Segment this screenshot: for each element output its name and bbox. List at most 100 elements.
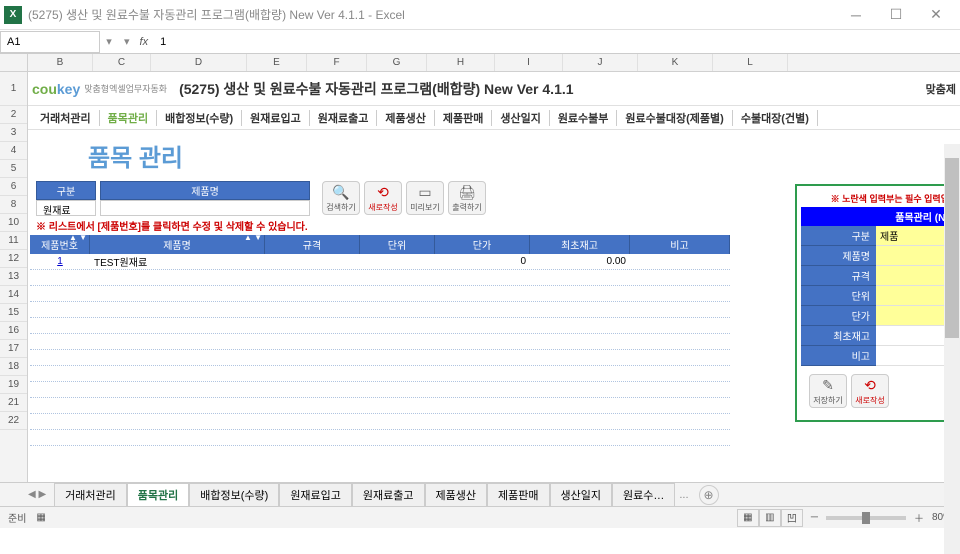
row-header[interactable]: 13 (0, 268, 27, 286)
side-field-input[interactable] (876, 346, 954, 366)
filter-value-name[interactable] (100, 200, 310, 216)
close-button[interactable]: ✕ (916, 1, 956, 29)
row-header[interactable]: 1 (0, 72, 27, 106)
sort-icon[interactable]: ▲ ▼ (69, 235, 87, 241)
table-header[interactable]: 제품번호▲ ▼ (30, 235, 90, 254)
save-button[interactable]: ✎저장하기 (809, 374, 847, 408)
side-field-input[interactable]: 제품 (876, 226, 954, 246)
table-row[interactable]: 1TEST원재료00.00 (30, 254, 730, 270)
row-header[interactable]: 5 (0, 160, 27, 178)
table-header[interactable]: 최초재고 (530, 235, 630, 254)
formula-input[interactable]: 1 (152, 36, 960, 48)
column-header[interactable]: B (28, 54, 93, 71)
side-field-input[interactable] (876, 266, 954, 286)
row-header[interactable]: 14 (0, 286, 27, 304)
nav-item[interactable]: 배합정보(수량) (157, 110, 242, 126)
sheet-tab[interactable]: 원재료입고 (279, 483, 352, 506)
nav-item[interactable]: 원료수불부 (550, 110, 618, 126)
sheet-tab[interactable]: 제품생산 (425, 483, 487, 506)
row-header[interactable]: 19 (0, 376, 27, 394)
side-field-input[interactable] (876, 326, 954, 346)
nav-item[interactable]: 품목관리 (100, 110, 157, 126)
nav-item[interactable]: 생산일지 (492, 110, 549, 126)
sort-icon[interactable]: ▲ ▼ (244, 235, 262, 241)
column-header[interactable]: H (427, 54, 495, 71)
column-header[interactable]: J (563, 54, 638, 71)
tab-nav-arrows[interactable]: ◀ ▶ (20, 489, 54, 500)
column-header[interactable]: D (151, 54, 247, 71)
row-header[interactable]: 2 (0, 106, 27, 124)
side-field-input[interactable] (876, 306, 954, 326)
row-header[interactable]: 8 (0, 196, 27, 214)
row-header[interactable]: 18 (0, 358, 27, 376)
nav-item[interactable]: 원재료입고 (242, 110, 310, 126)
add-sheet-button[interactable]: ⊕ (699, 485, 719, 505)
sheet-tab[interactable]: 제품판매 (487, 483, 549, 506)
row-header[interactable]: 4 (0, 142, 27, 160)
maximize-button[interactable]: ☐ (876, 1, 916, 29)
nav-item[interactable]: 원재료출고 (310, 110, 378, 126)
column-header[interactable]: I (495, 54, 563, 71)
preview-button[interactable]: ▭미리보기 (406, 181, 444, 215)
fx-label[interactable]: fx (136, 36, 153, 48)
normal-view-button[interactable]: ▦ (737, 509, 759, 527)
new-button[interactable]: ⟲새로작성 (364, 181, 402, 215)
table-header[interactable]: 비고 (630, 235, 730, 254)
table-header[interactable]: 규격 (265, 235, 360, 254)
brand-logo: coukey (32, 81, 80, 97)
column-header[interactable]: C (93, 54, 151, 71)
page-layout-button[interactable]: ▥ (759, 509, 781, 527)
column-header[interactable]: F (307, 54, 367, 71)
page-break-button[interactable]: 凹 (781, 509, 803, 527)
cancel-formula-icon[interactable]: ▾ (124, 35, 130, 48)
row-header[interactable]: 10 (0, 214, 27, 232)
column-header[interactable]: K (638, 54, 713, 71)
select-all-corner[interactable] (0, 54, 28, 71)
zoom-out-button[interactable]: ─ (811, 512, 818, 523)
sheet-tab[interactable]: 원재료출고 (352, 483, 425, 506)
row-header[interactable]: 17 (0, 340, 27, 358)
scroll-thumb[interactable] (945, 158, 959, 338)
side-title: 품목관리 (NE (801, 207, 954, 226)
nav-item[interactable]: 원료수불대장(제품별) (617, 110, 732, 126)
sheet-tab[interactable]: 거래처관리 (54, 483, 127, 506)
column-header[interactable]: E (247, 54, 307, 71)
search-button[interactable]: 🔍검색하기 (322, 181, 360, 215)
sheet-tab[interactable]: 품목관리 (127, 483, 189, 506)
row-header[interactable]: 12 (0, 250, 27, 268)
zoom-in-button[interactable]: ＋ (914, 510, 924, 525)
column-header[interactable]: L (713, 54, 788, 71)
zoom-slider[interactable] (826, 516, 906, 520)
table-header[interactable]: 제품명▲ ▼ (90, 235, 265, 254)
column-header[interactable]: G (367, 54, 427, 71)
nav-item[interactable]: 제품판매 (435, 110, 492, 126)
side-new-button[interactable]: ⟲새로작성 (851, 374, 889, 408)
print-button[interactable]: 🖨출력하기 (448, 181, 486, 215)
row-header[interactable]: 21 (0, 394, 27, 412)
sheet-tab[interactable]: 생산일지 (550, 483, 612, 506)
titlebar: X (5275) 생산 및 원료수불 자동관리 프로그램(배합량) New Ve… (0, 0, 960, 30)
nav-item[interactable]: 제품생산 (377, 110, 434, 126)
sheet-tab[interactable]: 배합정보(수량) (189, 483, 279, 506)
tabs-more[interactable]: ... (675, 489, 692, 501)
row-header[interactable]: 3 (0, 124, 27, 142)
namebox-dropdown-icon[interactable]: ▾ (100, 35, 118, 48)
side-field-input[interactable] (876, 286, 954, 306)
row-header[interactable]: 15 (0, 304, 27, 322)
row-header[interactable]: 16 (0, 322, 27, 340)
filter-value-type[interactable]: 원재료 (36, 200, 96, 216)
side-field-input[interactable] (876, 246, 954, 266)
row-header[interactable]: 22 (0, 412, 27, 430)
minimize-button[interactable]: ─ (836, 1, 876, 29)
table-header[interactable]: 단위 (360, 235, 435, 254)
row-header[interactable]: 6 (0, 178, 27, 196)
row-header[interactable]: 11 (0, 232, 27, 250)
cell-reference-box[interactable]: A1 (0, 31, 100, 53)
sheet-tab[interactable]: 원료수… (612, 483, 675, 506)
nav-item[interactable]: 수불대장(건별) (733, 110, 818, 126)
zoom-thumb[interactable] (862, 512, 870, 524)
table-header[interactable]: 단가 (435, 235, 530, 254)
vertical-scrollbar[interactable] (944, 144, 960, 554)
nav-item[interactable]: 거래처관리 (32, 110, 100, 126)
macro-record-icon[interactable]: ▦ (36, 512, 45, 523)
